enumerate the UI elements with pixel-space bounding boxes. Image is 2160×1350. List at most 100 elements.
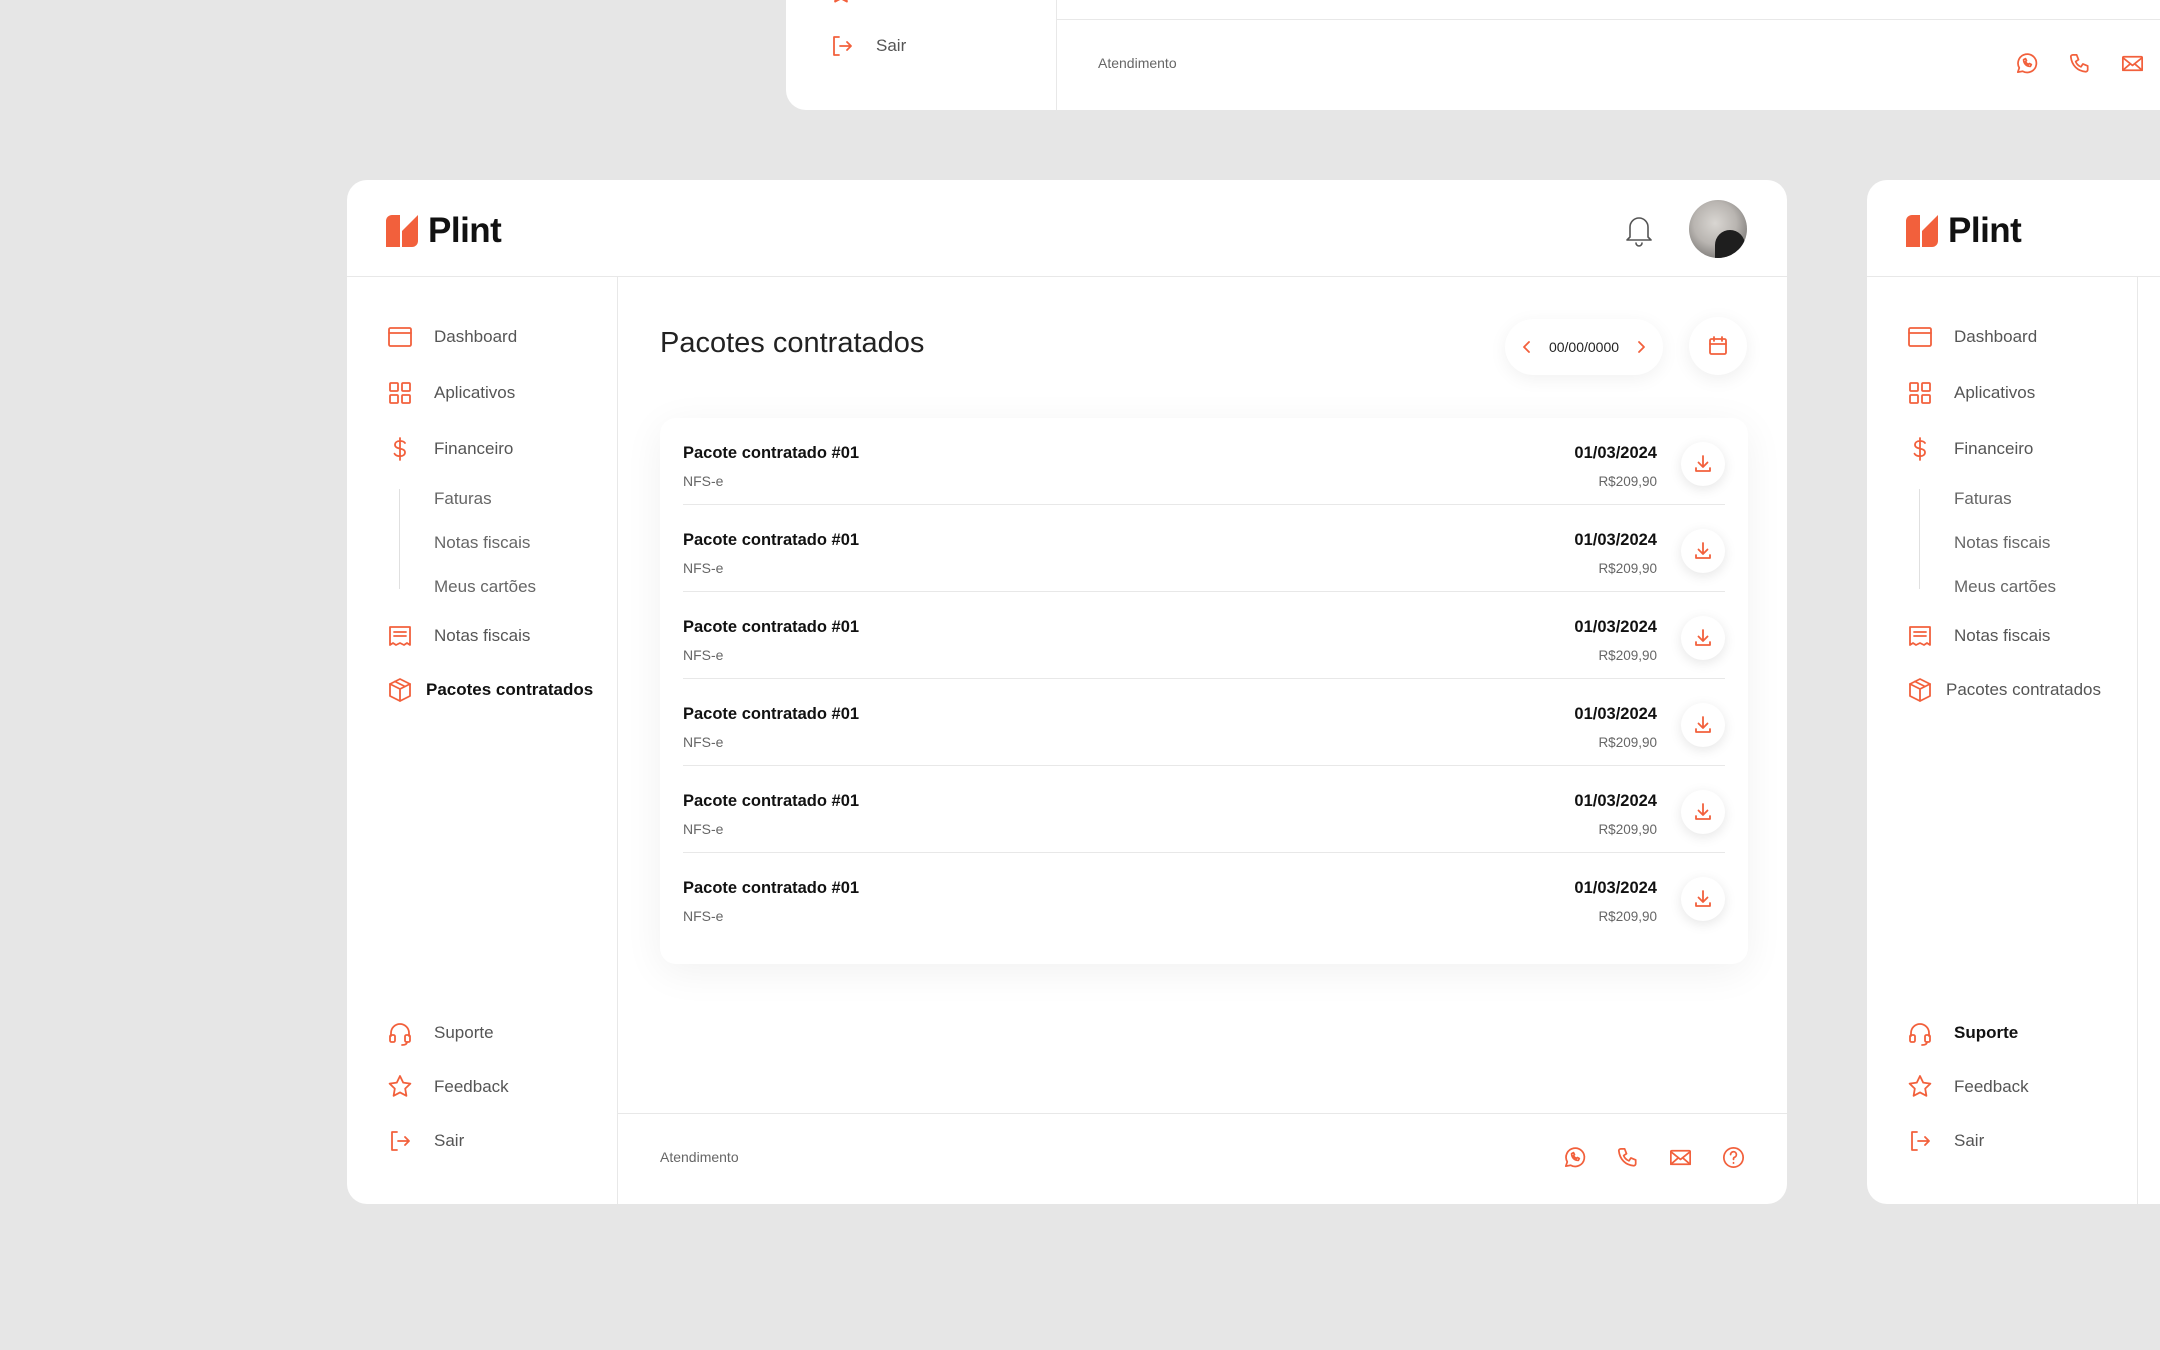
package-date: 01/03/2024 (1574, 879, 1657, 897)
sidebar-item-financeiro[interactable]: Financeiro (1906, 435, 2033, 463)
sidebar-item-label: Sair (434, 1131, 465, 1150)
sidebar-item-suporte[interactable]: Suporte (1906, 1019, 2018, 1047)
sidebar-item-pacotes-contratados[interactable]: Pacotes contratados (386, 676, 593, 704)
download-button[interactable] (1681, 877, 1725, 921)
main-window: Plint Dashboard Aplicativos Financeiro F… (347, 180, 1787, 1204)
mail-icon[interactable] (2119, 50, 2146, 77)
sidebar-item-financeiro[interactable]: Financeiro (386, 435, 513, 463)
dollar-icon (1906, 435, 1934, 463)
brand-logo[interactable]: Plint (386, 211, 502, 251)
top-logout-link[interactable]: Sair (828, 32, 906, 60)
package-name: Pacote contratado #01 (683, 792, 860, 810)
table-row: Pacote contratado #01 NFS-e 01/03/2024 R… (683, 505, 1725, 592)
sidebar-item-label: Notas fiscais (434, 626, 531, 645)
table-row: Pacote contratado #01 NFS-e 01/03/2024 R… (683, 679, 1725, 766)
download-button[interactable] (1681, 529, 1725, 573)
sidebar-item-notas-fiscais[interactable]: Notas fiscais (1906, 622, 2050, 650)
sidebar-item-suporte[interactable]: Suporte (386, 1019, 494, 1047)
sidebar-subitem-faturas[interactable]: Faturas (1954, 489, 2012, 509)
package-price: R$209,90 (1598, 822, 1657, 837)
sidebar-item-label: Dashboard (434, 327, 518, 346)
whatsapp-icon[interactable] (2013, 50, 2040, 77)
dollar-icon (386, 435, 414, 463)
top-footer-label: Atendimento (1098, 55, 1177, 71)
headset-icon (386, 1019, 414, 1047)
sidebar-item-label: Suporte (1954, 1023, 2019, 1042)
sidebar-subitem-faturas[interactable]: Faturas (434, 489, 492, 509)
package-date: 01/03/2024 (1574, 618, 1657, 636)
download-icon (1692, 801, 1714, 823)
sidebar-item-dashboard[interactable]: Dashboard (386, 323, 517, 351)
submenu-line (399, 489, 400, 589)
sidebar-item-feedback[interactable]: Feedback (386, 1073, 509, 1101)
chevron-left-icon[interactable] (1519, 339, 1535, 355)
sidebar-subitem-meus-cartoes[interactable]: Meus cartões (1954, 577, 2056, 597)
app-header: Plint (1867, 180, 2160, 277)
package-name: Pacote contratado #01 (683, 618, 860, 636)
date-value: 00/00/0000 (1548, 339, 1620, 355)
star-icon (828, 0, 854, 6)
content-footer: Atendimento (618, 1113, 1787, 1204)
whatsapp-icon[interactable] (1561, 1144, 1588, 1171)
package-price: R$209,90 (1598, 561, 1657, 576)
date-navigator: 00/00/0000 (1505, 319, 1663, 375)
table-row: Pacote contratado #01 NFS-e 01/03/2024 R… (683, 418, 1725, 505)
table-row: Pacote contratado #01 NFS-e 01/03/2024 R… (683, 853, 1725, 940)
logout-icon (828, 32, 856, 60)
table-row: Pacote contratado #01 NFS-e 01/03/2024 R… (683, 766, 1725, 853)
download-button[interactable] (1681, 790, 1725, 834)
sidebar-item-aplicativos[interactable]: Aplicativos (386, 379, 515, 407)
download-button[interactable] (1681, 616, 1725, 660)
mail-icon[interactable] (1667, 1144, 1694, 1171)
download-icon (1692, 540, 1714, 562)
package-type: NFS-e (683, 560, 724, 576)
sidebar-item-feedback[interactable]: Feedback (1906, 1073, 2029, 1101)
grid-icon (386, 379, 414, 407)
sidebar-item-sair[interactable]: Sair (386, 1127, 464, 1155)
sidebar-item-label: Pacotes contratados (426, 680, 594, 699)
brand-name: Plint (1948, 211, 2022, 250)
sidebar-item-label: Feedback (434, 1077, 509, 1096)
sidebar-item-label: Dashboard (1954, 327, 2038, 346)
table-row: Pacote contratado #01 NFS-e 01/03/2024 R… (683, 592, 1725, 679)
package-name: Pacote contratado #01 (683, 444, 860, 462)
brand-logo[interactable]: Plint (1906, 211, 2022, 251)
help-icon[interactable] (1720, 1144, 1747, 1171)
calendar-icon (1706, 334, 1730, 358)
package-price: R$209,90 (1598, 474, 1657, 489)
sidebar-subitem-notas-fiscais[interactable]: Notas fiscais (1954, 533, 2050, 553)
footer-contacts (1561, 1144, 1747, 1171)
receipt-icon (1906, 622, 1934, 650)
package-date: 01/03/2024 (1574, 531, 1657, 549)
top-card-partial: Sair Atendimento (786, 0, 2160, 110)
sidebar: Dashboard Aplicativos Financeiro Faturas… (347, 277, 618, 1204)
sidebar-item-notas-fiscais[interactable]: Notas fiscais (386, 622, 530, 650)
download-button[interactable] (1681, 442, 1725, 486)
package-date: 01/03/2024 (1574, 792, 1657, 810)
package-name: Pacote contratado #01 (683, 879, 860, 897)
sidebar-item-label: Suporte (434, 1023, 494, 1042)
logout-icon (1906, 1127, 1934, 1155)
sidebar-item-sair[interactable]: Sair (1906, 1127, 1984, 1155)
sidebar-item-aplicativos[interactable]: Aplicativos (1906, 379, 2035, 407)
package-icon (386, 676, 414, 704)
phone-icon[interactable] (1614, 1144, 1641, 1171)
sidebar-subitem-meus-cartoes[interactable]: Meus cartões (434, 577, 536, 597)
package-price: R$209,90 (1598, 735, 1657, 750)
phone-icon[interactable] (2066, 50, 2093, 77)
sidebar-item-label: Notas fiscais (1954, 626, 2051, 645)
package-type: NFS-e (683, 647, 724, 663)
sidebar-item-dashboard[interactable]: Dashboard (1906, 323, 2037, 351)
sidebar-item-pacotes-contratados[interactable]: Pacotes contratados (1906, 676, 2101, 704)
calendar-button[interactable] (1689, 317, 1747, 375)
chevron-right-icon[interactable] (1633, 339, 1649, 355)
logo-mark-icon (1906, 215, 1938, 247)
avatar[interactable] (1689, 200, 1747, 258)
download-button[interactable] (1681, 703, 1725, 747)
package-type: NFS-e (683, 821, 724, 837)
sidebar-subitem-notas-fiscais[interactable]: Notas fiscais (434, 533, 530, 553)
download-icon (1692, 888, 1714, 910)
bell-icon[interactable] (1621, 210, 1657, 248)
top-contacts (2013, 50, 2146, 77)
right-card-partial: Plint Dashboard Aplicativos Financeiro F… (1867, 180, 2160, 1204)
